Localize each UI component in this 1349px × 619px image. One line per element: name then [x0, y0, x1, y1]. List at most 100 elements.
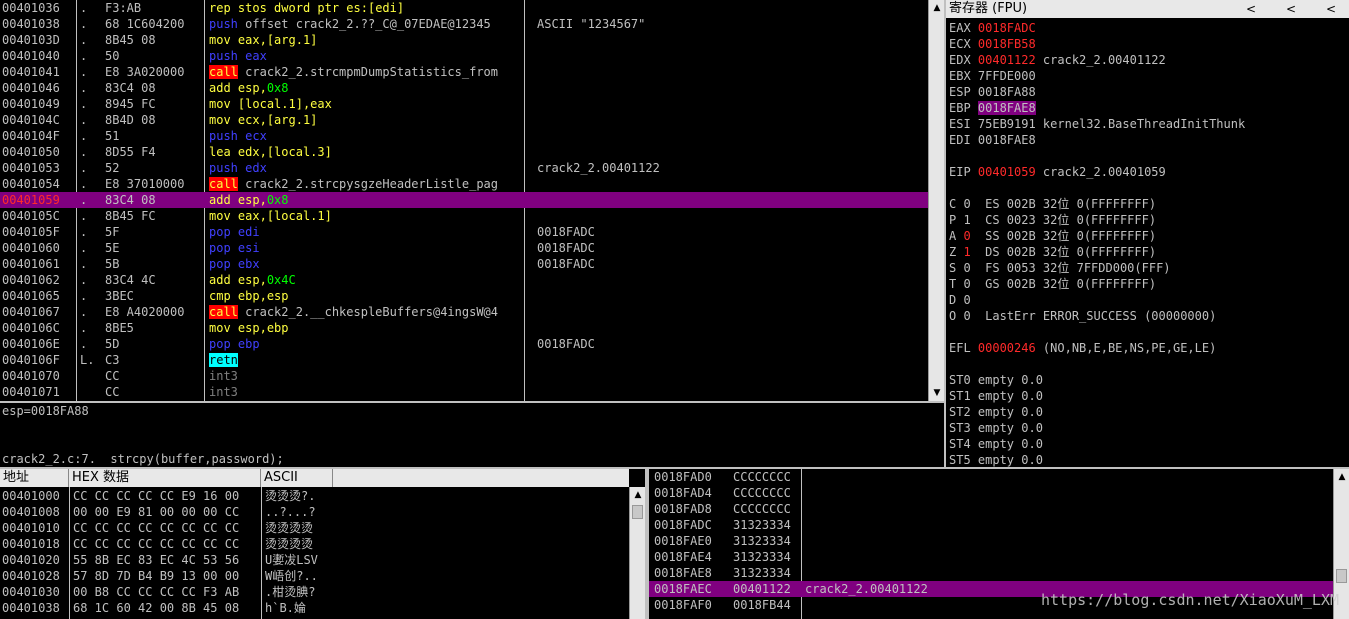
disasm-row[interactable]: 00401049. 8945 FC mov [local.1],eax: [0, 96, 928, 112]
register-line[interactable]: S 0 FS 0053 32位 7FFDD000(FFF): [949, 260, 1171, 276]
stack-row[interactable]: 0018FAE0 31323334: [649, 533, 1341, 549]
disasm-mnemonic: mov: [209, 97, 231, 111]
disasm-row[interactable]: 0040106E. 5D pop ebp 0018FADC: [0, 336, 928, 352]
dump-ascii: h`B.婨: [265, 601, 306, 615]
disasm-row[interactable]: 00401041. E8 3A020000 call crack2_2.strcmp…: [0, 64, 928, 80]
register-text: 00000246: [977, 341, 1036, 355]
memory-dump-pane[interactable]: 地址 HEX 数据 ASCII 00401000 CC CC CC CC CC E…: [0, 469, 645, 619]
disassembly-pane[interactable]: 00401036. F3:AB rep stos dword ptr es:[edi…: [0, 0, 944, 401]
disasm-operand: esp,ebp: [237, 321, 289, 335]
disasm-row[interactable]: 00401067. E8 A4020000 call crack2_2.__chke…: [0, 304, 928, 320]
register-line[interactable]: EBX 7FFDE000: [949, 68, 1036, 84]
scroll-thumb[interactable]: [632, 505, 643, 519]
register-line[interactable]: ST1 empty 0.0: [949, 388, 1043, 404]
disasm-marker: .: [80, 321, 88, 335]
register-line[interactable]: ST5 empty 0.0: [949, 452, 1043, 467]
disasm-address: 0040104F: [2, 129, 60, 143]
stack-row[interactable]: 0018FAD4 CCCCCCCC: [649, 485, 1341, 501]
disasm-row[interactable]: 00401061. 5B pop ebx 0018FADC: [0, 256, 928, 272]
disasm-row[interactable]: 00401062. 83C4 4C add esp,0x4C: [0, 272, 928, 288]
disasm-marker: .: [80, 17, 88, 31]
register-line[interactable]: EBP 0018FAE8: [949, 100, 1036, 116]
register-line[interactable]: A 0 SS 002B 32位 0(FFFFFFFF): [949, 228, 1156, 244]
disasm-mnemonic: mov: [209, 113, 231, 127]
register-line[interactable]: D 0: [949, 292, 971, 308]
register-line[interactable]: ESI 75EB9191 kernel32.BaseThreadInitThun…: [949, 116, 1245, 132]
disasm-marker: .: [80, 177, 88, 191]
register-line[interactable]: T 0 GS 002B 32位 0(FFFFFFFF): [949, 276, 1156, 292]
dump-header-ascii[interactable]: ASCII: [261, 469, 333, 487]
disassembly-scrollbar[interactable]: ▲ ▼: [928, 0, 944, 401]
disasm-row[interactable]: 00401054. E8 37010000 call crack2_2.strcpy…: [0, 176, 928, 192]
register-line[interactable]: EDX 00401122 crack2_2.00401122: [949, 52, 1166, 68]
disasm-row[interactable]: 00401060. 5E pop esi 0018FADC: [0, 240, 928, 256]
register-line[interactable]: P 1 CS 0023 32位 0(FFFFFFFF): [949, 212, 1156, 228]
disasm-row[interactable]: 00401046. 83C4 08 add esp,0x8: [0, 80, 928, 96]
disasm-hex: 68 1C604200: [105, 17, 185, 31]
scroll-up-icon[interactable]: ▲: [929, 0, 944, 16]
disasm-row[interactable]: 0040106C. 8BE5 mov esp,ebp: [0, 320, 928, 336]
disasm-address: 00401036: [2, 1, 60, 15]
registers-header[interactable]: 寄存器 (FPU) < < <: [946, 0, 1349, 18]
scroll-up-icon[interactable]: ▲: [1334, 469, 1349, 485]
stack-row[interactable]: 0018FADC 31323334: [649, 517, 1341, 533]
nav-left-icon[interactable]: <: [1326, 0, 1336, 18]
scroll-thumb[interactable]: [1336, 569, 1347, 583]
disasm-row[interactable]: 00401050. 8D55 F4 lea edx,[local.3]: [0, 144, 928, 160]
register-text: A: [949, 229, 964, 243]
disasm-row[interactable]: 00401071 CC int3: [0, 384, 928, 400]
disasm-row[interactable]: 0040105F. 5F pop edi 0018FADC: [0, 224, 928, 240]
register-line[interactable]: ECX 0018FB58: [949, 36, 1036, 52]
registers-pane[interactable]: 寄存器 (FPU) < < < EAX 0018FADC ECX 0018FB58…: [946, 0, 1349, 467]
dump-header-hex[interactable]: HEX 数据: [69, 469, 261, 487]
disasm-row[interactable]: 0040104F. 51 push ecx: [0, 128, 928, 144]
register-text: ST2 empty 0.0: [949, 405, 1043, 419]
register-text: O 0 LastErr ERROR_SUCCESS (00000000): [949, 309, 1217, 323]
register-line[interactable]: ST3 empty 0.0: [949, 420, 1043, 436]
register-line[interactable]: EDI 0018FAE8: [949, 132, 1036, 148]
disasm-row[interactable]: 0040103D. 8B45 08 mov eax,[arg.1]: [0, 32, 928, 48]
nav-left-icon[interactable]: <: [1286, 0, 1296, 18]
disasm-marker: .: [80, 129, 88, 143]
stack-row[interactable]: 0018FAE8 31323334: [649, 565, 1341, 581]
disasm-row[interactable]: 00401059. 83C4 08 add esp,0x8: [0, 192, 928, 208]
disasm-row[interactable]: 0040104C. 8B4D 08 mov ecx,[arg.1]: [0, 112, 928, 128]
nav-left-icon[interactable]: <: [1246, 0, 1256, 18]
stack-value: 31323334: [733, 550, 791, 564]
disasm-row[interactable]: 00401036. F3:AB rep stos dword ptr es:[edi…: [0, 0, 928, 16]
dump-header-address[interactable]: 地址: [0, 469, 69, 487]
stack-value: 31323334: [733, 518, 791, 532]
disasm-comment: ASCII "1234567": [537, 17, 646, 31]
disasm-marker: .: [80, 161, 88, 175]
register-line[interactable]: EIP 00401059 crack2_2.00401059: [949, 164, 1166, 180]
register-line[interactable]: Z 1 DS 002B 32位 0(FFFFFFFF): [949, 244, 1156, 260]
disasm-row[interactable]: 00401065. 3BEC cmp ebp,esp: [0, 288, 928, 304]
disasm-row[interactable]: 0040106F L. C3 retn: [0, 352, 928, 368]
disasm-row[interactable]: 00401053. 52 push edx crack2_2.00401122: [0, 160, 928, 176]
dump-ascii: 烫烫烫烫: [265, 521, 314, 535]
register-line[interactable]: ESP 0018FA88: [949, 84, 1036, 100]
register-line[interactable]: EFL 00000246 (NO,NB,E,BE,NS,PE,GE,LE): [949, 340, 1216, 356]
disasm-marker: .: [80, 1, 88, 15]
stack-row[interactable]: 0018FAD0 CCCCCCCC: [649, 469, 1341, 485]
register-text: 0018FAE8: [977, 101, 1036, 115]
disasm-row[interactable]: 00401070 CC int3: [0, 368, 928, 384]
register-line[interactable]: ST4 empty 0.0: [949, 436, 1043, 452]
dump-scrollbar[interactable]: ▲: [629, 487, 645, 619]
register-line[interactable]: ST0 empty 0.0: [949, 372, 1043, 388]
stack-row[interactable]: 0018FAD8 CCCCCCCC: [649, 501, 1341, 517]
register-line[interactable]: C 0 ES 002B 32位 0(FFFFFFFF): [949, 196, 1156, 212]
stack-row[interactable]: 0018FAE4 31323334: [649, 549, 1341, 565]
disasm-row[interactable]: 00401040. 50 push eax: [0, 48, 928, 64]
scroll-down-icon[interactable]: ▼: [929, 385, 944, 401]
register-text: ECX: [949, 37, 978, 51]
register-text: ESI 75EB9191 kernel32.BaseThreadInitThun…: [949, 117, 1246, 131]
disasm-hex: E8 3A020000: [105, 65, 185, 79]
info-line-source: crack2_2.c:7. strcpy(buffer,password);: [2, 452, 284, 466]
disasm-row[interactable]: 00401038. 68 1C604200 push offset crack2_2…: [0, 16, 928, 32]
disasm-row[interactable]: 0040105C. 8B45 FC mov eax,[local.1]: [0, 208, 928, 224]
register-line[interactable]: O 0 LastErr ERROR_SUCCESS (00000000): [949, 308, 1216, 324]
scroll-up-icon[interactable]: ▲: [630, 487, 645, 503]
register-line[interactable]: EAX 0018FADC: [949, 20, 1036, 36]
register-line[interactable]: ST2 empty 0.0: [949, 404, 1043, 420]
